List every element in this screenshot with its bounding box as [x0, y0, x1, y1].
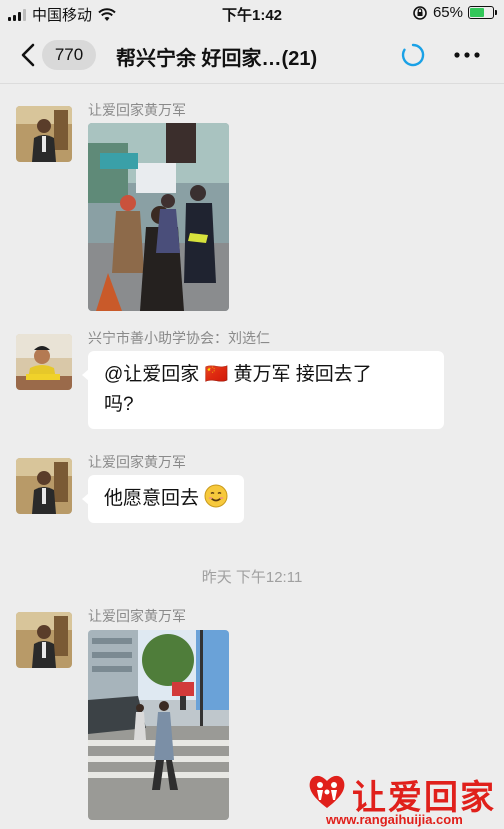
avatar[interactable] [16, 612, 72, 668]
sender-name: 兴宁市善小助学协会：刘选仁 [88, 330, 270, 346]
heart-family-logo-icon [309, 775, 345, 808]
watermark-url: www.rangaihuijia.com [326, 812, 463, 827]
time-separator: 昨天 下午12:11 [201, 569, 303, 586]
sender-name: 让爱回家黄万军 [88, 102, 186, 118]
avatar[interactable] [16, 334, 72, 390]
battery-icon [468, 6, 497, 19]
unread-count-badge[interactable]: 770 [42, 40, 96, 70]
avatar[interactable] [16, 106, 72, 162]
sender-name: 让爱回家黄万军 [88, 454, 186, 470]
message-text: 他愿意回去 [104, 488, 200, 509]
avatar[interactable] [16, 458, 72, 514]
chat-title: 帮兴宁余 好回家…(21) [116, 48, 318, 70]
battery-percent: 65% [432, 4, 463, 21]
back-chevron-icon[interactable] [14, 40, 44, 70]
chat-header: 770 帮兴宁余 好回家…(21) [0, 26, 504, 84]
message-text: 吗? [104, 394, 134, 415]
message-bubble[interactable]: @让爱回家 🇨🇳 黄万军 接回去了 吗? [82, 351, 444, 429]
watermark: 让爱回家 www.rangaihuijia.com [302, 766, 504, 829]
message-text: @让爱回家 🇨🇳 黄万军 接回去了 [104, 364, 372, 385]
orientation-lock-icon [413, 5, 427, 20]
chat-photo[interactable] [88, 123, 229, 311]
more-options-icon[interactable] [452, 42, 482, 68]
sender-name: 让爱回家黄万军 [88, 608, 186, 624]
loading-spinner-icon [401, 43, 425, 67]
status-bar: 中国移动 下午1:42 65% [0, 0, 504, 26]
message-bubble[interactable]: 他愿意回去 [81, 475, 245, 523]
smile-emoji-icon [204, 484, 228, 508]
chat-photo[interactable] [88, 630, 229, 820]
